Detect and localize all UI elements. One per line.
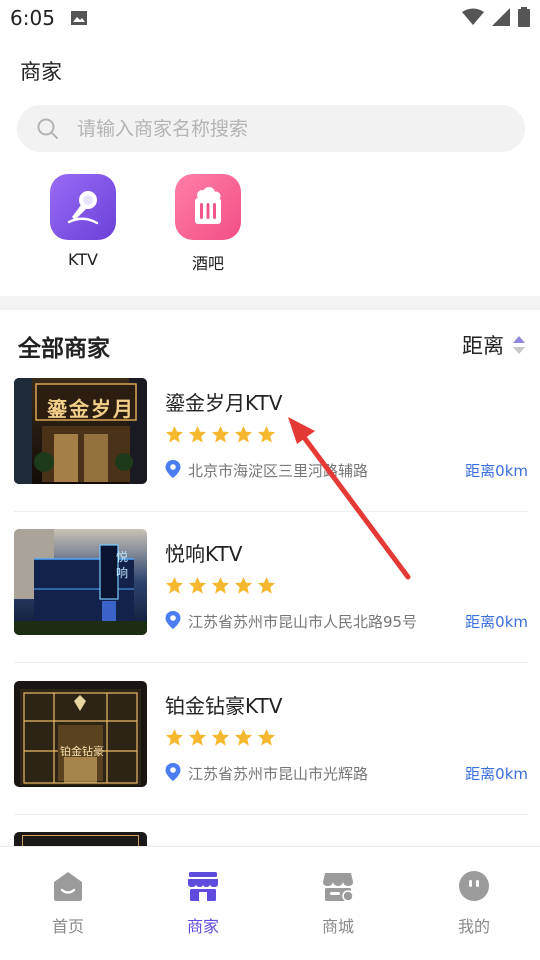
merchant-address: 江苏省苏州市昆山市光辉路 [188, 765, 369, 783]
merchant-card-partial[interactable] [14, 832, 147, 846]
merchant-sign-text: 鎏金岁月 [47, 397, 135, 421]
bottom-navigation: 首页 商家 商城 我的 [0, 846, 540, 960]
merchant-photo-partial [22, 835, 139, 846]
star-rating [165, 425, 276, 444]
store-icon [188, 872, 218, 901]
star-icon [257, 576, 276, 594]
storefront-image [14, 529, 147, 635]
nav-mine-label: 我的 [457, 917, 490, 936]
nav-mall[interactable]: 商城 [298, 869, 378, 937]
star-icon [211, 576, 230, 594]
wifi-icon [462, 8, 484, 25]
star-icon [165, 576, 184, 594]
sort-label: 距离 [462, 334, 504, 358]
merchant-distance: 距离0km [465, 613, 528, 631]
category-ktv-label: KTV [68, 250, 98, 269]
merchant-card[interactable]: 悦响 悦响KTV 江苏省苏州市昆山市人民北路95号 距离0km [14, 529, 528, 635]
star-icon [211, 728, 230, 746]
merchant-name: 鎏金岁月KTV [165, 391, 283, 415]
star-rating [165, 728, 276, 747]
storefront-image [14, 681, 147, 787]
search-bar[interactable] [17, 105, 525, 152]
nav-home-label: 首页 [51, 917, 84, 936]
status-bar: 6:05 [0, 0, 540, 36]
merchant-distance: 距离0km [465, 765, 528, 783]
location-pin-icon [165, 763, 181, 781]
page-title: 商家 [20, 60, 62, 84]
sort-toggle-icon [513, 336, 525, 354]
star-rating [165, 576, 276, 595]
nav-mine[interactable]: 我的 [434, 869, 514, 937]
battery-icon [518, 7, 530, 27]
merchant-name: 悦响KTV [165, 542, 243, 566]
category-bar[interactable]: 酒吧 [168, 174, 248, 274]
star-icon [188, 576, 207, 594]
merchant-card[interactable]: 铂金钻豪 铂金钻豪KTV 江苏省苏州市昆山市光辉路 距离0km [14, 681, 528, 787]
location-pin-icon [165, 611, 181, 629]
star-icon [234, 425, 253, 443]
search-input[interactable] [77, 105, 507, 152]
status-indicators [462, 7, 530, 27]
nav-merchant-label: 商家 [186, 917, 219, 936]
merchant-name: 铂金钻豪KTV [165, 694, 283, 718]
merchant-address: 江苏省苏州市昆山市人民北路95号 [188, 613, 418, 631]
merchant-sign-text: 铂金钻豪 [60, 745, 104, 758]
category-bar-label: 酒吧 [191, 254, 224, 273]
merchant-sign-text: 悦响 [116, 550, 129, 580]
star-icon [257, 425, 276, 443]
star-icon [165, 425, 184, 443]
microphone-icon [67, 191, 99, 225]
merchant-photo [14, 681, 147, 787]
category-ktv[interactable]: KTV [43, 174, 123, 269]
nav-home[interactable]: 首页 [28, 869, 108, 937]
star-icon [257, 728, 276, 746]
star-icon [234, 728, 253, 746]
search-icon [37, 118, 58, 139]
star-icon [234, 576, 253, 594]
cellular-signal-icon [492, 8, 510, 26]
star-icon [188, 728, 207, 746]
shop-icon [323, 873, 354, 902]
merchant-distance: 距离0km [465, 462, 528, 480]
section-title: 全部商家 [18, 336, 110, 362]
star-icon [211, 425, 230, 443]
category-bar-tile [175, 174, 241, 240]
home-icon [54, 872, 82, 901]
section-divider [0, 296, 540, 310]
location-pin-icon [165, 460, 181, 478]
star-icon [165, 728, 184, 746]
nav-mall-label: 商城 [321, 917, 354, 936]
merchant-photo [14, 529, 147, 635]
row-divider [14, 511, 528, 512]
merchant-card[interactable]: 鎏金岁月 鎏金岁月KTV 北京市海淀区三里河路辅路 距离0km [14, 378, 528, 484]
category-ktv-tile [50, 174, 116, 240]
row-divider [14, 814, 528, 815]
image-notification-icon [71, 11, 87, 25]
merchant-address: 北京市海淀区三里河路辅路 [188, 462, 369, 480]
nav-merchant[interactable]: 商家 [163, 869, 243, 937]
star-icon [188, 425, 207, 443]
row-divider [14, 662, 528, 663]
profile-icon [459, 871, 489, 901]
sort-by-distance-button[interactable]: 距离 [462, 330, 526, 360]
status-time: 6:05 [10, 6, 55, 30]
beer-mug-icon [195, 187, 221, 224]
